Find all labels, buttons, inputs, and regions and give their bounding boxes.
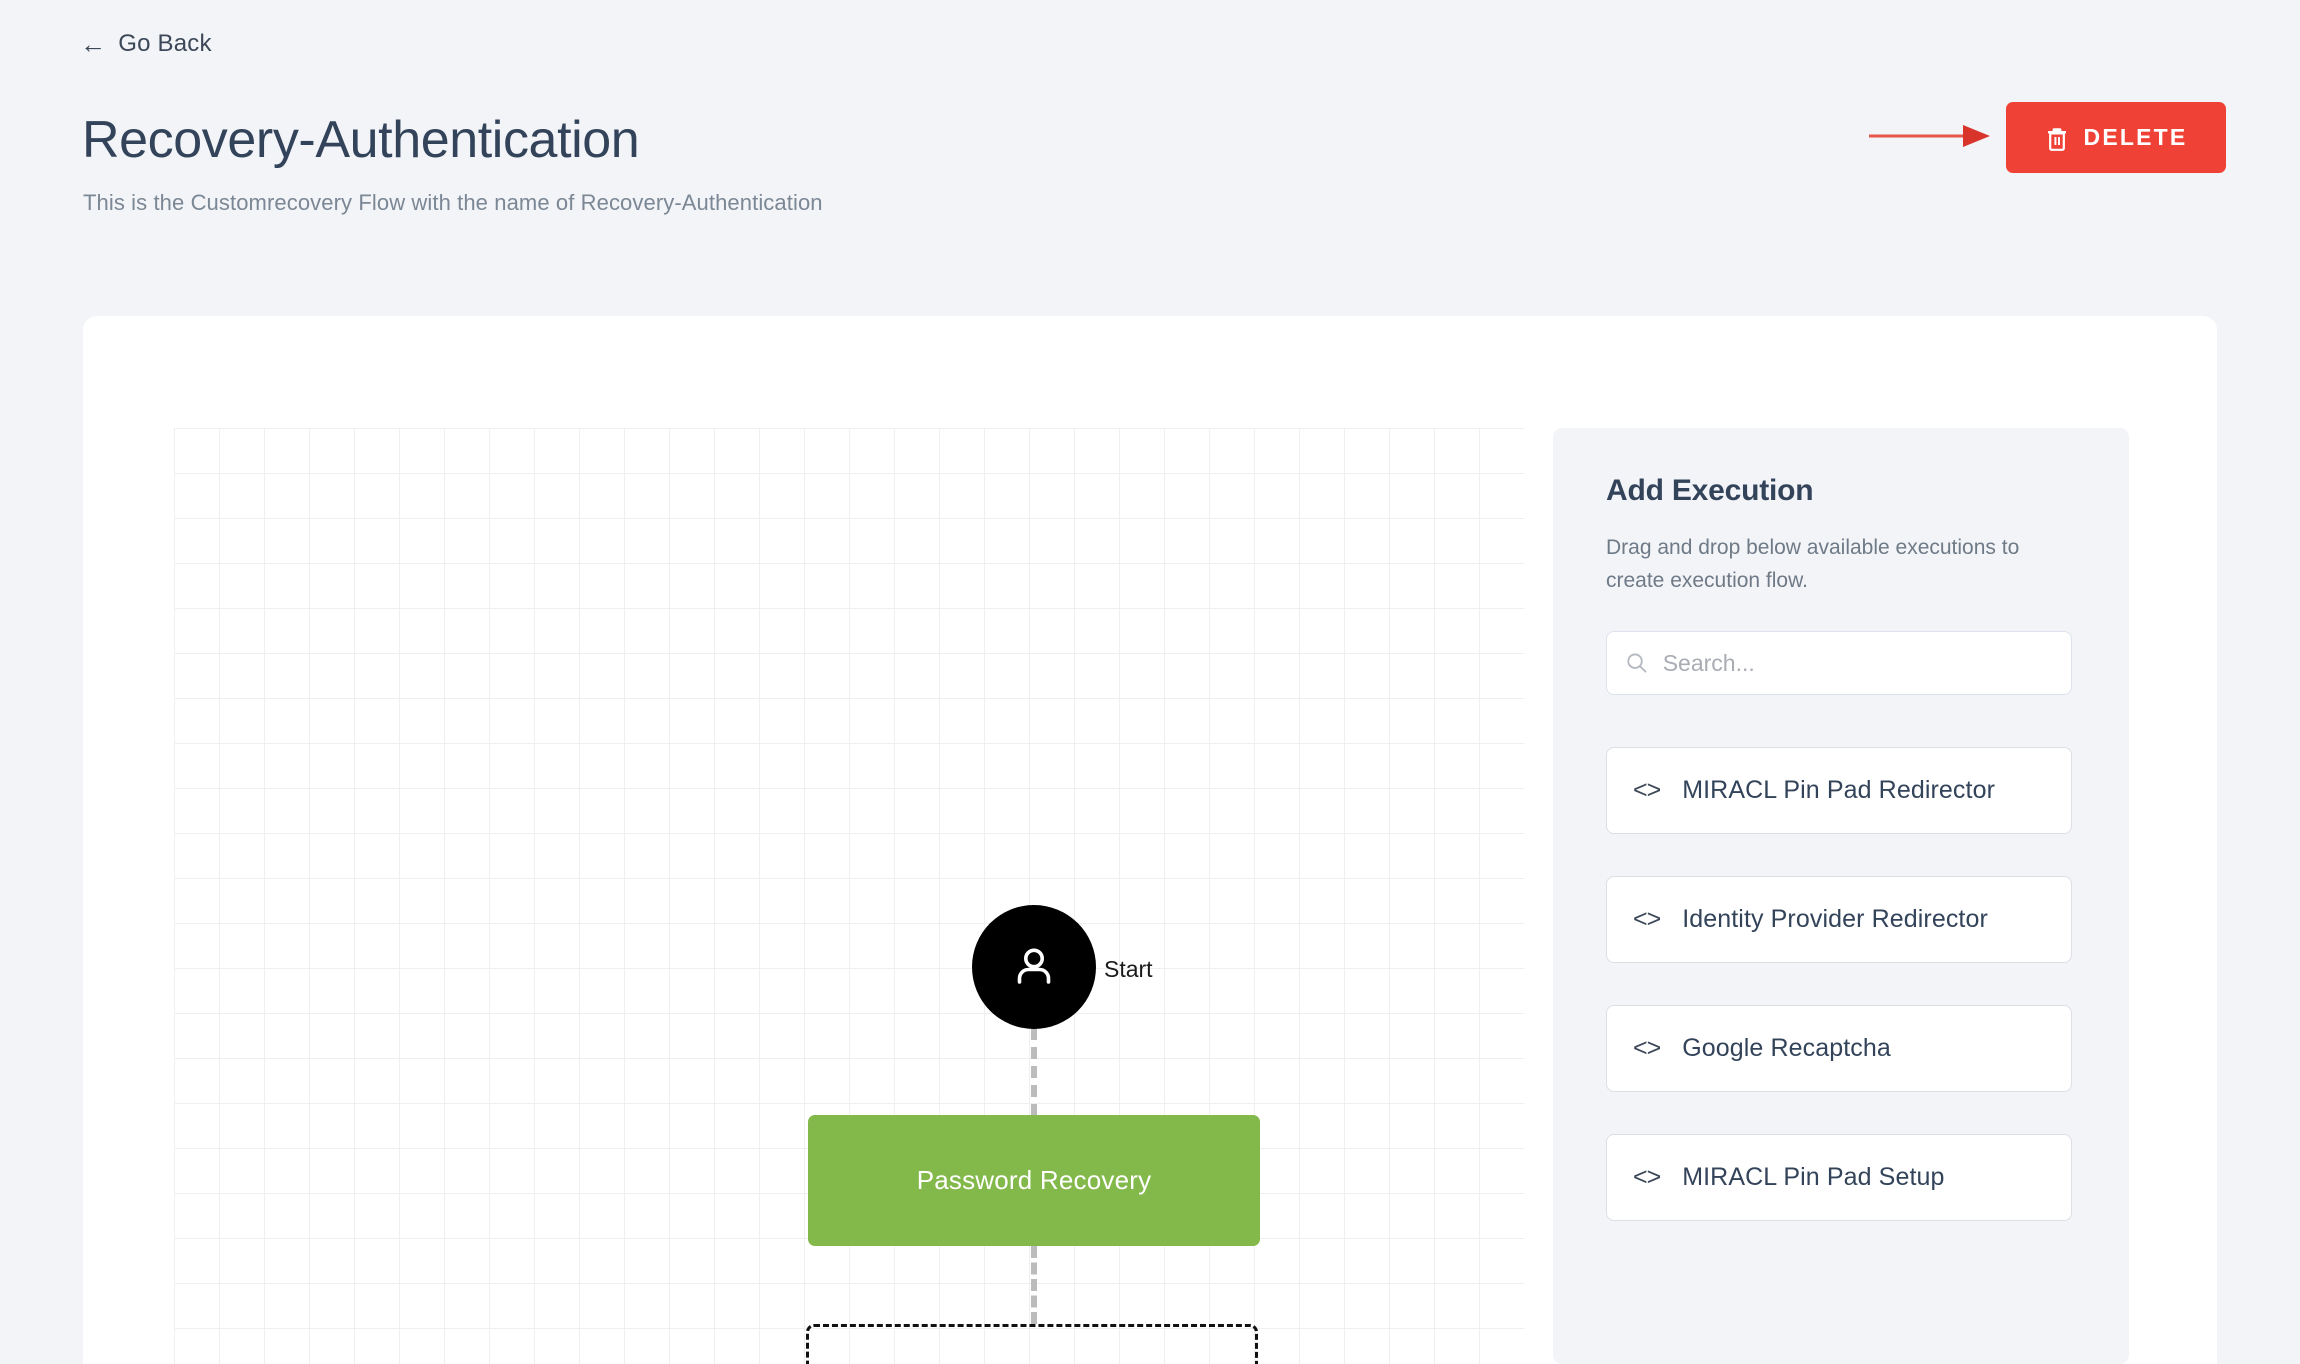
flow-dropzone[interactable]: Drag and Drop recovery executors (806, 1324, 1258, 1364)
flow-node-start[interactable] (972, 905, 1096, 1029)
flow-canvas[interactable]: Start Password Recovery Drag and Drop re… (174, 428, 1524, 1364)
arrow-left-icon: ← (80, 29, 107, 59)
flow-node-password-recovery[interactable]: Password Recovery (808, 1115, 1260, 1246)
flow-dropzone-label: Drag and Drop recovery executors (882, 1359, 1182, 1364)
user-icon (1017, 948, 1051, 984)
code-icon: <> (1633, 905, 1661, 934)
annotation-arrow (1869, 125, 1990, 147)
go-back-link[interactable]: ← Go Back (80, 30, 212, 58)
search-box[interactable] (1606, 631, 2072, 696)
connector-execution-to-dropzone (1031, 1246, 1037, 1324)
execution-list-item[interactable]: <> Identity Provider Redirector (1606, 876, 2072, 964)
add-execution-panel: Add Execution Drag and drop below availa… (1553, 428, 2129, 1364)
flow-node-start-label: Start (1104, 956, 1153, 982)
delete-button[interactable]: DELETE (2006, 102, 2226, 173)
execution-list-item[interactable]: <> MIRACL Pin Pad Redirector (1606, 747, 2072, 835)
execution-list: <> MIRACL Pin Pad Redirector <> Identity… (1606, 747, 2076, 1222)
search-input[interactable] (1662, 649, 2053, 677)
execution-list-item[interactable]: <> Google Recaptcha (1606, 1005, 2072, 1093)
connector-start-to-execution (1031, 1028, 1037, 1116)
flow-node-password-recovery-label: Password Recovery (916, 1165, 1152, 1195)
page-subtitle: This is the Customrecovery Flow with the… (83, 190, 823, 215)
code-icon: <> (1633, 1034, 1661, 1063)
panel-description: Drag and drop below available executions… (1606, 536, 2020, 592)
trash-icon (2047, 127, 2066, 151)
panel-title: Add Execution (1606, 474, 1814, 507)
execution-list-item-label: MIRACL Pin Pad Setup (1682, 1163, 1945, 1192)
page-root: ← Go Back Recovery-Authentication This i… (0, 0, 2300, 1364)
delete-button-label: DELETE (2083, 124, 2188, 150)
page-title: Recovery-Authentication (82, 111, 640, 169)
execution-list-item-label: Google Recaptcha (1682, 1034, 1891, 1063)
code-icon: <> (1633, 776, 1661, 805)
code-icon: <> (1633, 1163, 1661, 1192)
go-back-label: Go Back (118, 30, 212, 57)
execution-list-item[interactable]: <> MIRACL Pin Pad Setup (1606, 1134, 2072, 1222)
execution-list-item-label: Identity Provider Redirector (1682, 905, 1988, 934)
execution-list-item-label: MIRACL Pin Pad Redirector (1682, 776, 1996, 805)
search-icon (1627, 653, 1647, 673)
